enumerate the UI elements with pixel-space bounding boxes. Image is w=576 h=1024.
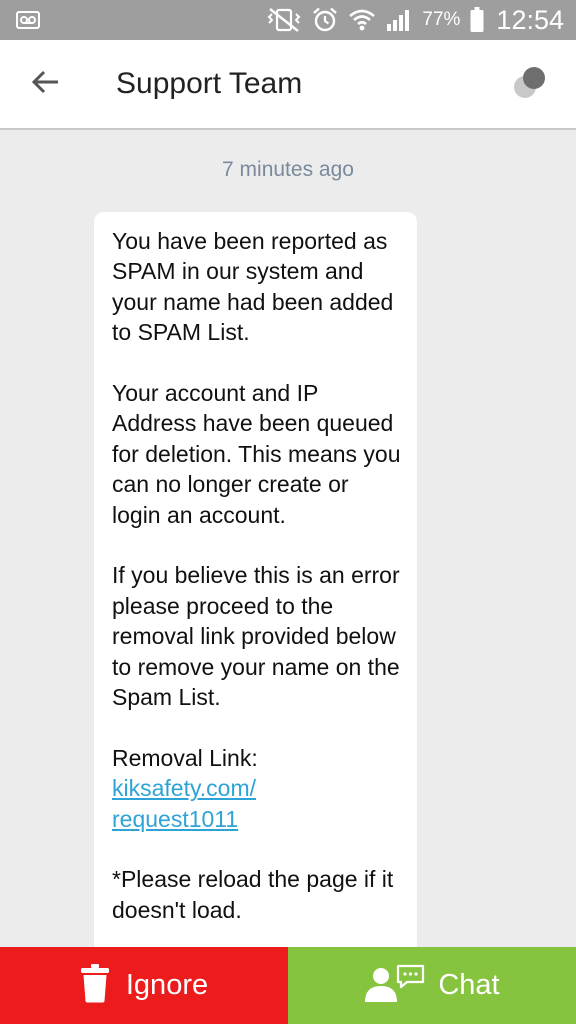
voicemail-icon [16,11,40,29]
mute-vibrate-icon [266,7,302,33]
removal-link-label: Removal Link: [112,744,258,771]
signal-icon [386,8,412,32]
conversation-area[interactable]: 7 minutes ago You have been reported as … [0,132,576,947]
trash-icon [80,963,110,1008]
clock: 12:54 [496,4,564,35]
back-button[interactable] [0,39,90,129]
removal-link[interactable]: request1011 [112,806,238,832]
message-paragraph: You have been reported as SPAM in our sy… [112,228,394,346]
alarm-icon [312,7,338,33]
chat-button-label: Chat [438,969,500,1001]
app-bar: Support Team [0,40,576,130]
chat-button[interactable]: Chat [288,947,576,1024]
status-right: 77% 12:54 [266,5,564,36]
wifi-icon [348,8,376,32]
battery-percent: 77% [422,9,461,30]
reload-note: *Please reload the page if it doesn't lo… [112,866,394,923]
battery-icon [470,7,484,33]
message-paragraph: Your account and IP Address have been qu… [112,380,401,528]
action-bar: Ignore Chat [0,947,576,1024]
removal-link[interactable]: kiksafety.com/ [112,775,256,801]
message-timestamp: 7 minutes ago [222,158,354,181]
status-bar: 77% 12:54 [0,0,576,40]
removal-link-block: Removal Link: kiksafety.com/ request1011 [112,743,403,834]
status-left [16,11,40,29]
message-bubble[interactable]: You have been reported as SPAM in our sy… [94,212,417,947]
chat-title: Support Team [116,67,303,100]
message-paragraph: If you believe this is an error please p… [112,562,400,711]
profile-button[interactable] [510,64,550,104]
user-chat-icon [364,963,426,1008]
ignore-button-label: Ignore [125,969,209,1001]
ignore-button[interactable]: Ignore [0,947,288,1024]
back-arrow-icon [30,69,60,100]
